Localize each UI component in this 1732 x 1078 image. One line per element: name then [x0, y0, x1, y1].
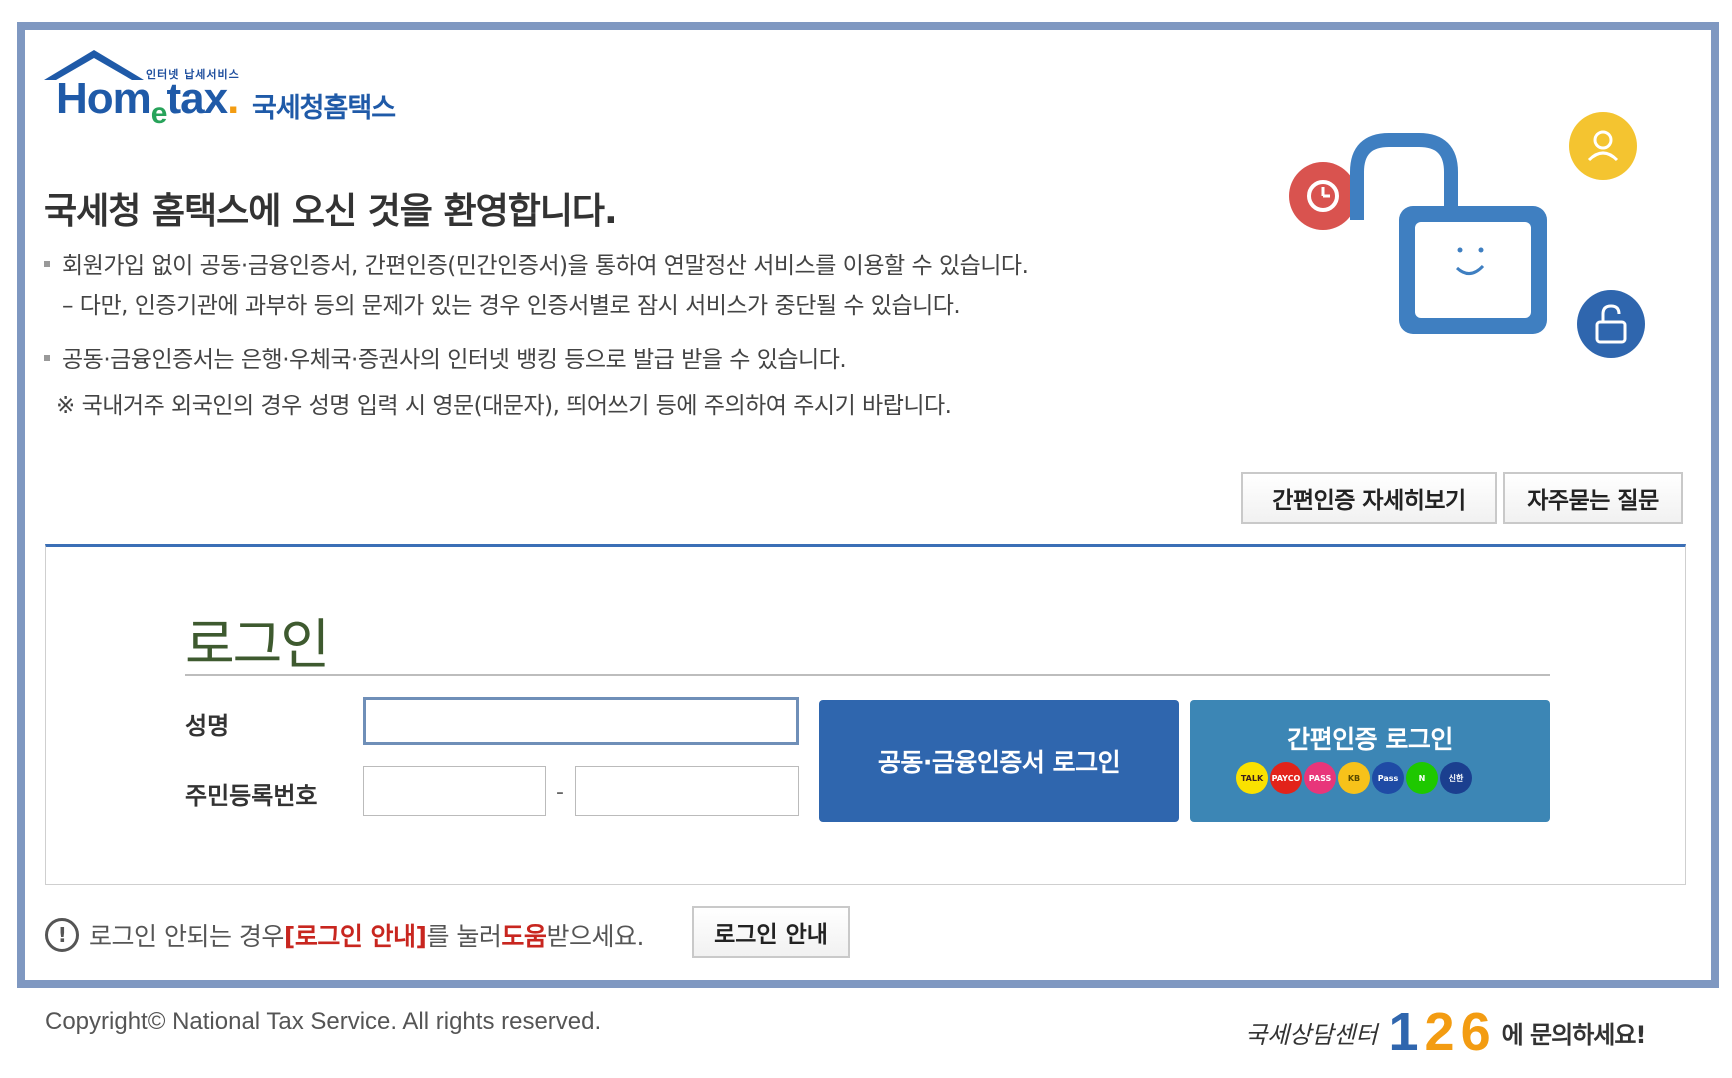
- login-title: 로그인: [185, 613, 330, 676]
- user-icon: [1569, 112, 1637, 180]
- naver-icon: N: [1406, 762, 1438, 794]
- callcenter-label: 국세상담센터: [1245, 1020, 1378, 1049]
- copyright-text: Copyright© National Tax Service. All rig…: [45, 1008, 602, 1035]
- logo-korean-name: 국세청홈택스: [252, 93, 396, 124]
- clock-icon: [1289, 162, 1357, 230]
- notice-text: – 다만, 인증기관에 과부하 등의 문제가 있는 경우 인증서별로 잠시 서비…: [62, 293, 961, 319]
- notice-item: 회원가입 없이 공동·금융인증서, 간편인증(민간인증서)을 통하여 연말정산 …: [44, 246, 1029, 280]
- simple-auth-detail-button[interactable]: 간편인증 자세히보기: [1241, 472, 1497, 524]
- help-text-before: 로그인 안되는 경우: [89, 922, 284, 951]
- callcenter-number: 1 2 6: [1385, 1004, 1493, 1060]
- lock-illustration: [1289, 112, 1645, 358]
- rrn-front-input[interactable]: [363, 766, 546, 816]
- callcenter-digit: 2: [1424, 1002, 1455, 1062]
- cert-login-button[interactable]: 공동·금융인증서 로그인: [819, 700, 1179, 822]
- login-help-row: ! 로그인 안되는 경우 [로그인 안내] 를 눌러 도움 받으세요.: [45, 910, 644, 960]
- callcenter-digit: 6: [1460, 1002, 1491, 1062]
- page-title: 국세청 홈택스에 오신 것을 환영합니다.: [44, 191, 618, 232]
- rrn-back-input[interactable]: [575, 766, 799, 816]
- faq-button[interactable]: 자주묻는 질문: [1503, 472, 1683, 524]
- notice-subitem: – 다만, 인증기관에 과부하 등의 문제가 있는 경우 인증서별로 잠시 서비…: [62, 286, 961, 320]
- name-input[interactable]: [363, 697, 799, 745]
- bullet-icon: [44, 354, 50, 361]
- simple-auth-login-button[interactable]: 간편인증 로그인 TALK PAYCO PASS KB Pass N 신한: [1190, 700, 1550, 822]
- open-padlock-icon: [1350, 133, 1547, 334]
- bullet-icon: [44, 260, 50, 267]
- login-divider: [185, 674, 1550, 676]
- shinhan-icon: 신한: [1440, 762, 1472, 794]
- help-text-middle: 를 눌러: [426, 922, 502, 951]
- hometax-logo[interactable]: 인터넷 납세서비스 Hometax. 국세청홈택스: [44, 50, 444, 140]
- notice-text: 회원가입 없이 공동·금융인증서, 간편인증(민간인증서)을 통하여 연말정산 …: [62, 253, 1029, 279]
- logo-brand-e: e: [150, 97, 168, 130]
- notice-text: 공동·금융인증서는 은행·우체국·증권사의 인터넷 뱅킹 등으로 발급 받을 수…: [62, 347, 847, 373]
- rrn-label: 주민등록번호: [185, 782, 318, 810]
- callcenter-banner[interactable]: 국세상담센터 1 2 6 에 문의하세요!: [1245, 1002, 1647, 1062]
- login-guide-button[interactable]: 로그인 안내: [692, 906, 850, 958]
- alert-circle-icon: !: [45, 918, 79, 952]
- logo-brand: Hometax.: [56, 74, 239, 130]
- help-highlight-help: 도움: [501, 922, 547, 951]
- notice-note: ※ 국내거주 외국인의 경우 성명 입력 시 영문(대문자), 띄어쓰기 등에 …: [56, 386, 952, 420]
- logo-brand-dot: .: [227, 74, 239, 123]
- help-highlight-guide: [로그인 안내]: [283, 922, 427, 951]
- logo-brand-tax: tax: [166, 74, 228, 123]
- notice-item: 공동·금융인증서는 은행·우체국·증권사의 인터넷 뱅킹 등으로 발급 받을 수…: [44, 340, 847, 374]
- kb-icon: KB: [1338, 762, 1370, 794]
- name-label: 성명: [185, 712, 230, 740]
- notice-text: ※ 국내거주 외국인의 경우 성명 입력 시 영문(대문자), 띄어쓰기 등에 …: [56, 393, 952, 419]
- logo-brand-home: Hom: [56, 74, 152, 123]
- unlock-icon: [1577, 290, 1645, 358]
- payco-icon: PAYCO: [1270, 762, 1302, 794]
- help-text-after: 받으세요.: [546, 922, 644, 951]
- rrn-separator: -: [556, 780, 564, 805]
- simple-auth-login-label: 간편인증 로그인: [1287, 725, 1453, 754]
- callcenter-digit: 1: [1388, 1002, 1419, 1062]
- samsung-pass-icon: Pass: [1372, 762, 1404, 794]
- callcenter-tail: 에 문의하세요!: [1501, 1020, 1647, 1049]
- kakao-icon: TALK: [1236, 762, 1268, 794]
- pass-icon: PASS: [1304, 762, 1336, 794]
